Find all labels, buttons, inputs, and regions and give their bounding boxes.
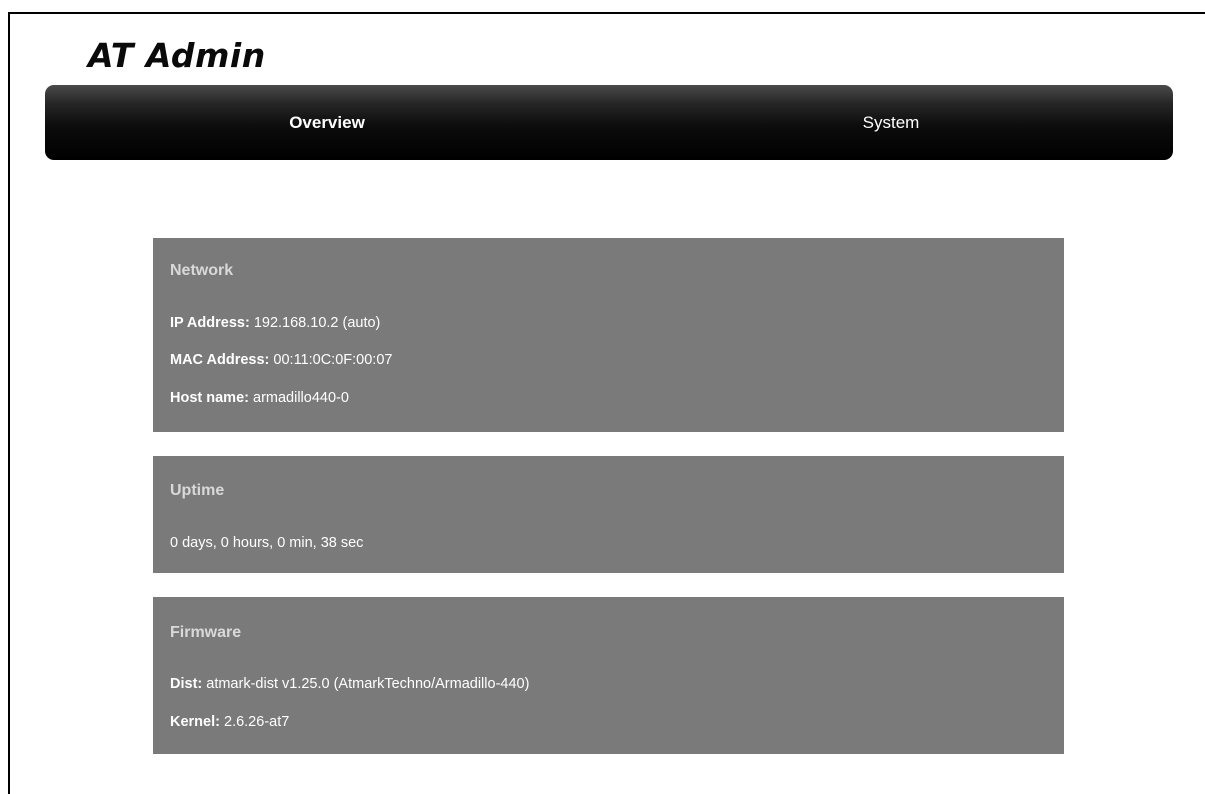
host-name-row: Host name: armadillo440-0 [170, 390, 349, 406]
ip-address-value: 192.168.10.2 (auto) [253, 315, 381, 331]
ip-address-row: IP Address: 192.168.10.2 (auto) [170, 315, 380, 331]
mac-address-row: MAC Address: 00:11:0C:0F:00:07 [170, 352, 392, 368]
uptime-panel: Uptime 0 days, 0 hours, 0 min, 38 sec [153, 456, 1064, 573]
uptime-value: 0 days, 0 hours, 0 min, 38 sec [170, 535, 364, 551]
app-title: AT Admin [88, 36, 266, 75]
tab-overview[interactable]: Overview [45, 85, 609, 160]
kernel-label: Kernel: [170, 714, 220, 730]
network-panel: Network IP Address: 192.168.10.2 (auto) … [153, 238, 1064, 432]
mac-address-value: 00:11:0C:0F:00:07 [273, 352, 393, 368]
kernel-value: 2.6.26-at7 [224, 714, 290, 730]
firmware-panel: Firmware Dist: atmark-dist v1.25.0 (Atma… [153, 597, 1064, 754]
ip-address-label: IP Address: [170, 315, 250, 331]
tab-system[interactable]: System [609, 85, 1173, 160]
dist-value: atmark-dist v1.25.0 (AtmarkTechno/Armadi… [206, 676, 530, 692]
mac-address-label: MAC Address: [170, 352, 270, 368]
host-name-label: Host name: [170, 390, 249, 406]
dist-row: Dist: atmark-dist v1.25.0 (AtmarkTechno/… [170, 676, 529, 692]
network-title: Network [170, 262, 234, 279]
main-nav: Overview System [45, 85, 1173, 160]
uptime-title: Uptime [170, 482, 225, 499]
dist-label: Dist: [170, 676, 203, 692]
host-name-value: armadillo440-0 [253, 390, 349, 406]
kernel-row: Kernel: 2.6.26-at7 [170, 714, 289, 730]
firmware-title: Firmware [170, 624, 242, 641]
